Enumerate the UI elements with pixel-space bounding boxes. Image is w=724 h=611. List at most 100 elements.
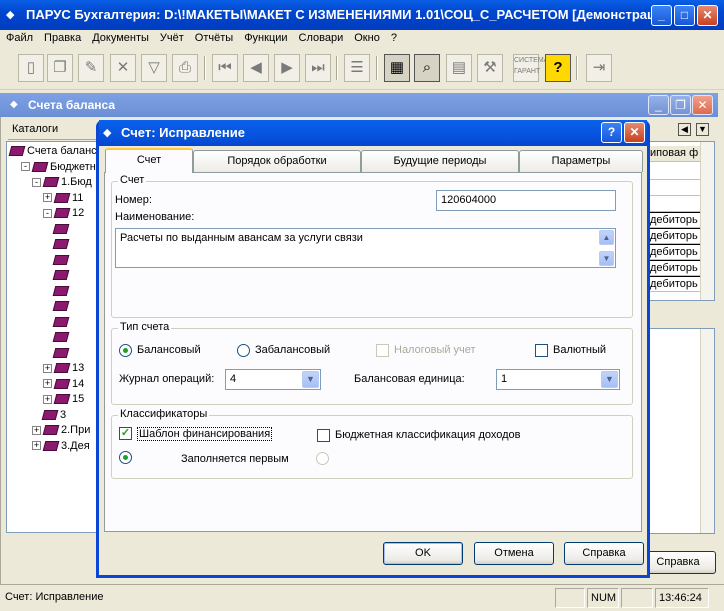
delete-icon[interactable]: ✕ (110, 54, 136, 82)
name-field[interactable]: Расчеты по выданным авансам за услуги св… (115, 228, 616, 268)
details-grid[interactable] (647, 328, 715, 534)
accounts-grid[interactable]: иповая ф дебиторь дебиторь дебиторь дебитор… (647, 141, 715, 301)
new-doc-icon[interactable]: ▯ (18, 54, 44, 82)
unit-dropdown-icon[interactable]: ▼ (601, 371, 618, 388)
tree-item[interactable] (52, 268, 71, 283)
collapse-icon[interactable]: - (32, 177, 41, 187)
expand-icon[interactable]: + (43, 394, 52, 404)
tree-item[interactable] (52, 222, 71, 237)
cancel-button[interactable]: Отмена (474, 542, 554, 565)
child-close-button[interactable]: ✕ (692, 95, 713, 115)
scroll-down-icon[interactable]: ▼ (599, 251, 614, 266)
tax-checkbox[interactable] (376, 344, 389, 357)
tree-item[interactable]: +15 (43, 392, 84, 407)
menu-window[interactable]: Окно (348, 30, 385, 44)
tree-item[interactable]: +14 (43, 377, 84, 392)
tree-item[interactable]: - 1.Бюд (32, 175, 92, 190)
prev-icon[interactable]: ◀ (243, 54, 269, 82)
scroll-up-icon[interactable]: ▲ (599, 230, 614, 245)
edit-doc-icon[interactable]: ✎ (78, 54, 104, 82)
template-checkbox[interactable]: ✓ (119, 427, 132, 440)
copy-doc-icon[interactable]: ❐ (47, 54, 73, 82)
menu-edit[interactable]: Правка (38, 30, 86, 44)
offbalance-radio[interactable] (237, 344, 250, 357)
book-icon (42, 425, 60, 436)
details-scrollbar[interactable] (700, 329, 714, 533)
minimize-button[interactable]: _ (651, 5, 672, 26)
expand-icon[interactable]: + (43, 193, 52, 203)
expand-icon[interactable]: + (32, 425, 41, 435)
tree-item[interactable]: - 12 (43, 206, 84, 221)
tree-item[interactable]: +13 (43, 361, 84, 376)
menu-accounting[interactable]: Учёт (154, 30, 189, 44)
tab-parameters[interactable]: Параметры (519, 150, 643, 172)
tree-item[interactable]: +3.Дея (32, 439, 90, 454)
currency-checkbox[interactable] (535, 344, 548, 357)
maximize-button[interactable]: □ (674, 5, 695, 26)
list-icon[interactable]: ☰ (344, 54, 370, 82)
tree-item[interactable] (52, 330, 71, 345)
filter-icon[interactable]: ▽ (141, 54, 167, 82)
child-restore-button[interactable]: ❐ (670, 95, 691, 115)
status-text: Счет: Исправление (5, 591, 104, 603)
first-radio[interactable] (119, 451, 132, 464)
help-button[interactable]: Справка (564, 542, 644, 565)
calendar-icon[interactable]: ▤ (446, 54, 472, 82)
menu-file[interactable]: Файл (0, 30, 38, 44)
menu-dictionaries[interactable]: Словари (293, 30, 349, 44)
calculator-icon[interactable]: ▦ (384, 54, 410, 82)
tree-item[interactable] (52, 346, 71, 361)
collapse-icon[interactable]: - (21, 162, 30, 172)
tree-item[interactable] (52, 299, 71, 314)
menu-reports[interactable]: Отчёты (189, 30, 238, 44)
search-doc-icon[interactable]: ⌕ (414, 54, 440, 82)
tree-item[interactable] (52, 253, 71, 268)
child-minimize-button[interactable]: _ (648, 95, 669, 115)
tree-item[interactable]: 3 (41, 408, 66, 423)
menu-functions[interactable]: Функции (238, 30, 292, 44)
tree-item[interactable] (52, 237, 71, 252)
next-icon[interactable]: ▶ (274, 54, 300, 82)
tree-item[interactable]: - Бюджетн (21, 160, 96, 175)
tree-item[interactable] (52, 284, 71, 299)
child-help-button[interactable]: Справка (640, 551, 716, 574)
tab-account[interactable]: Счет (105, 148, 193, 173)
tab-processing-order[interactable]: Порядок обработки (193, 150, 361, 172)
collapse-icon[interactable]: - (43, 208, 52, 218)
catalog-tree[interactable]: Счета балансо - Бюджетн -1.Бюд +11-12 +13 +14 +… (6, 141, 98, 533)
expand-icon[interactable]: + (43, 379, 52, 389)
pane-left-icon[interactable]: ◀ (678, 123, 691, 136)
help-icon[interactable]: ? (545, 54, 571, 82)
balance-radio[interactable] (119, 344, 132, 357)
tree-item[interactable]: +11 (43, 191, 83, 206)
close-button[interactable]: ✕ (697, 5, 718, 26)
tree-item[interactable]: Счета балансо (8, 144, 97, 159)
exit-icon[interactable]: ⇥ (586, 54, 612, 82)
dialog-help-icon[interactable]: ? (601, 122, 622, 143)
number-field[interactable]: 120604000 (436, 190, 616, 211)
expand-icon[interactable]: + (43, 363, 52, 373)
unit-select[interactable]: 1 ▼ (496, 369, 620, 390)
menu-help[interactable]: ? (385, 30, 402, 44)
second-radio[interactable] (316, 452, 329, 465)
last-icon[interactable]: ⏭ (305, 54, 331, 82)
expand-icon[interactable]: + (32, 441, 41, 451)
garant-icon[interactable]: СИСТЕМА ГАРАНТ (513, 54, 548, 82)
dialog-close-button[interactable]: ✕ (624, 122, 645, 143)
pane-down-icon[interactable]: ▼ (696, 123, 709, 136)
tree-item[interactable] (52, 315, 71, 330)
journal-dropdown-icon[interactable]: ▼ (302, 371, 319, 388)
first-icon[interactable]: ⏮ (212, 54, 238, 82)
menu-documents[interactable]: Документы (86, 30, 154, 44)
tree-item[interactable]: +2.При (32, 423, 90, 438)
child-window-title: Счета баланса (0, 93, 718, 117)
tab-future-periods[interactable]: Будущие периоды (361, 150, 519, 172)
journal-select[interactable]: 4 ▼ (225, 369, 321, 390)
group-account: Счет Номер: 120604000 Наименование: Расч… (111, 174, 633, 318)
print-icon[interactable]: ⎙ (172, 54, 198, 82)
tools-icon[interactable]: ⚒ (477, 54, 503, 82)
tree-item-label: 2.При (61, 424, 91, 436)
budget-checkbox[interactable] (317, 429, 330, 442)
ok-button[interactable]: OK (383, 542, 463, 565)
grid-scrollbar[interactable] (700, 142, 714, 300)
